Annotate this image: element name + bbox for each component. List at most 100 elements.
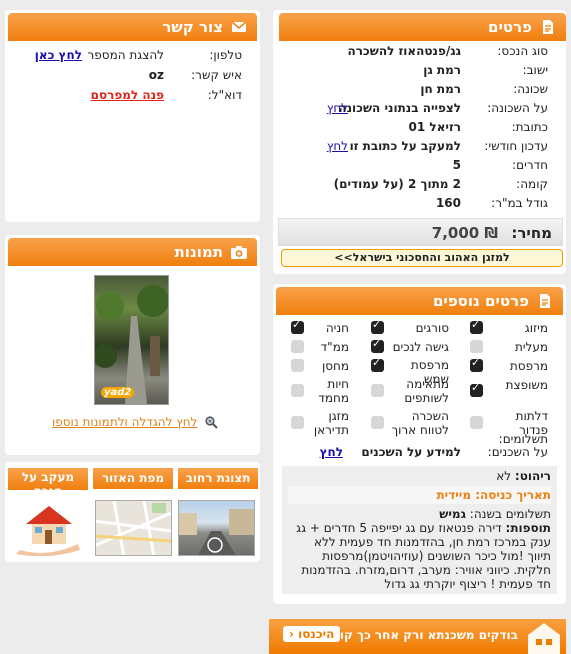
detail-value: 2 מתוך 2 (על עמודים) (333, 177, 461, 191)
feature-item: מיזוג (470, 318, 548, 335)
detail-value: 160 (435, 196, 461, 210)
camera-icon (231, 246, 247, 259)
mortgage-cta-button[interactable]: היכנסו ‹ (283, 626, 341, 642)
feature-label: חניה (325, 320, 349, 335)
enlarge-link[interactable]: לחץ להגדלה ולתמונות נוספו (52, 415, 197, 429)
feature-item: מתאימה לשותפים (371, 377, 449, 405)
pay-count-value: גמיש (439, 507, 466, 521)
chevron-left-icon: ‹ (289, 627, 294, 641)
checkbox-unchecked-icon (470, 340, 483, 353)
pay-count-label: תשלומים בשנה: (469, 507, 551, 521)
feature-item: מעלית (470, 339, 548, 354)
detail-value: רמת גן (423, 63, 461, 77)
entry-line: תאריך כניסה: מיידית (288, 486, 551, 504)
checkbox-unchecked-icon (291, 416, 304, 429)
detail-row: שכונה: רמת חן (278, 80, 548, 99)
detail-value: רמת חן (420, 82, 461, 96)
checkbox-unchecked-icon (371, 384, 384, 397)
details-header: פרטים (279, 13, 566, 41)
feature-item: חניה (291, 318, 349, 335)
detail-link[interactable]: לחץ (327, 99, 348, 118)
feature-label: מתאימה לשותפים (404, 377, 449, 405)
tab-street-view[interactable]: תצוגת רחוב (178, 468, 258, 489)
photos-title: תמונות (174, 243, 223, 261)
neighbors-row: על השכנים: למידע על השכנים לחץ (278, 443, 548, 462)
document-icon (543, 20, 553, 34)
checkbox-unchecked-icon (291, 384, 304, 397)
detail-row: ישוב: רמת גן (278, 61, 548, 80)
feature-label: סורגים (415, 320, 449, 335)
tab-street-view-label: תצוגת רחוב (185, 471, 251, 485)
detail-label: חדרים: (512, 158, 548, 172)
house-silhouette-icon (528, 623, 560, 654)
checkbox-unchecked-icon (291, 359, 304, 372)
tab-area-map-label: מפת האזור (101, 471, 165, 485)
extra-title: פרטים נוספים (432, 292, 529, 310)
checkbox-checked-icon (371, 356, 384, 372)
show-phone-link[interactable]: לחץ כאן (35, 46, 82, 65)
feature-label: מרפסת (509, 358, 548, 373)
feature-item: מחסן (291, 358, 349, 373)
area-map-thumb[interactable] (95, 500, 172, 556)
neighbors-label: על השכנים: (487, 445, 548, 459)
street-view-thumb[interactable] (178, 500, 255, 556)
mortgage-banner-text: בודקים משכנתא ורק אחר כך קונים (322, 628, 518, 642)
feature-label: ממ"ד (320, 339, 349, 354)
tab-tracking[interactable]: מעקב על הנכס (8, 468, 88, 490)
entry-value: מיידית (436, 488, 472, 502)
detail-value: רזיאל 01 (408, 120, 461, 134)
neighbors-link[interactable]: לחץ (320, 443, 343, 462)
detail-label: כתובת: (511, 120, 548, 134)
feature-item: ממ"ד (291, 339, 349, 354)
additions-label: תוספות: (505, 521, 551, 535)
feature-item: משופצת (470, 377, 548, 397)
checkbox-checked-icon (470, 381, 483, 397)
detail-label: סוג הנכס: (497, 44, 548, 58)
pay-count-line: תשלומים בשנה: גמיש (288, 507, 551, 521)
checkbox-unchecked-icon (371, 416, 384, 429)
detail-row: על השכונה: לצפייה בנתוני השכונה לחץ (278, 99, 548, 118)
feature-label: מעלית (514, 339, 548, 354)
feature-label: מיזוג (524, 320, 548, 335)
checkbox-unchecked-icon (470, 416, 483, 429)
detail-label: ישוב: (522, 63, 548, 77)
photos-panel: תמונות yad2 לחץ להגדלה ולתמונות נוספו (5, 235, 260, 455)
mail-icon (231, 21, 247, 32)
info-box: ריהוט: לא תאריך כניסה: מיידית תשלומים בש… (282, 466, 557, 594)
ac-banner-text: למזגן האהוב והחסכוני בישראל>> (334, 251, 510, 264)
tab-area-map[interactable]: מפת האזור (93, 468, 173, 489)
person-value: oz (148, 68, 164, 82)
feature-item: סורגים (371, 318, 449, 335)
detail-label: על השכונה: (487, 101, 548, 115)
feature-item: חיות מחמד (291, 377, 349, 405)
detail-row: גודל במ"ר: 160 (278, 194, 548, 213)
furniture-value: לא (496, 469, 512, 483)
price-label: מחיר: (511, 224, 552, 242)
phone-label: טלפון: (209, 48, 242, 62)
mortgage-banner[interactable]: בודקים משכנתא ורק אחר כך קונים היכנסו ‹ (269, 619, 566, 654)
tab-tracking-label: מעקב על הנכס (21, 470, 75, 490)
additions-line: תוספות: דירה פנטאוז עם גג יפייפה 5 חדרים… (288, 521, 551, 591)
contact-advertiser-link[interactable]: פנה למפרסם (91, 86, 164, 105)
feature-label: משופצת (505, 377, 548, 392)
enlarge-row[interactable]: לחץ להגדלה ולתמונות נוספו (52, 415, 218, 429)
contact-panel: צור קשר טלפון: להצגת המספר לחץ כאן איש ק… (5, 10, 260, 222)
furniture-line: ריהוט: לא (288, 469, 551, 483)
detail-row: כתובת: רזיאל 01 (278, 118, 548, 137)
mortgage-cta-label: היכנסו (298, 627, 335, 641)
tracking-thumb[interactable] (10, 500, 87, 556)
person-row: איש קשר: oz (12, 66, 242, 85)
checkbox-checked-icon (470, 318, 483, 334)
detail-row: חדרים: 5 (278, 156, 548, 175)
detail-link[interactable]: לחץ (327, 137, 348, 156)
feature-item: גישה לנכים (371, 337, 449, 354)
details-title: פרטים (488, 18, 532, 36)
yad2-watermark: yad2 (101, 387, 135, 398)
ac-banner[interactable]: למזגן האהוב והחסכוני בישראל>> (281, 249, 563, 267)
checkbox-checked-icon (371, 337, 384, 353)
detail-label: גודל במ"ר: (491, 196, 548, 210)
property-photo[interactable]: yad2 (94, 275, 169, 405)
detail-label: שכונה: (513, 82, 548, 96)
feature-label: גישה לנכים (392, 339, 449, 354)
detail-row: קומה: 2 מתוך 2 (על עמודים) (278, 175, 548, 194)
